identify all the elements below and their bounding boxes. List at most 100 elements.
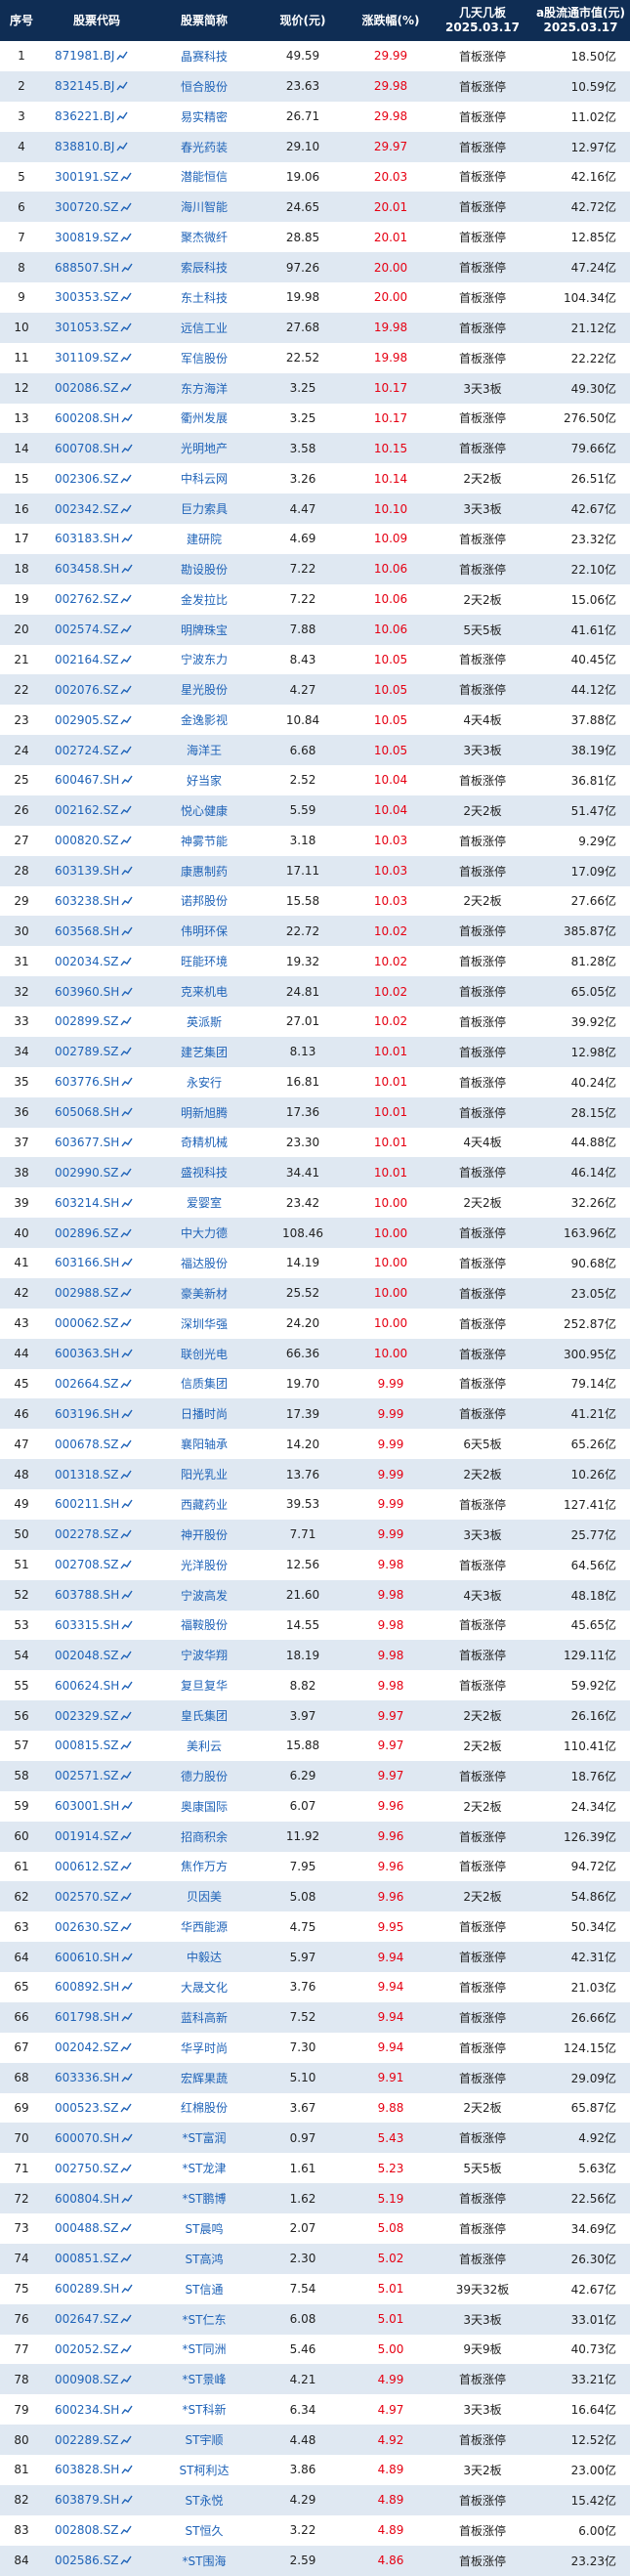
table-row[interactable]: 34 002789.SZ 建艺集团 8.13 10.01 首板涨停 12.98亿 — [0, 1036, 630, 1067]
table-row[interactable]: 56 002329.SZ 皇氏集团 3.97 9.97 2天2板 26.16亿 — [0, 1700, 630, 1731]
stock-name[interactable]: 深圳华强 — [150, 1315, 258, 1332]
table-row[interactable]: 58 002571.SZ 德力股份 6.29 9.97 首板涨停 18.76亿 — [0, 1760, 630, 1791]
table-row[interactable]: 37 603677.SH 奇精机械 23.30 10.01 4天4板 44.88亿 — [0, 1128, 630, 1158]
stock-code[interactable]: 603139.SH — [43, 864, 150, 878]
mini-chart-icon[interactable] — [121, 1953, 133, 1962]
stock-name[interactable]: ST恒久 — [150, 2522, 258, 2539]
table-row[interactable]: 22 002076.SZ 星光股份 4.27 10.05 首板涨停 44.12亿 — [0, 674, 630, 706]
stock-name[interactable]: 海洋王 — [150, 742, 258, 758]
table-row[interactable]: 68 603336.SH 宏辉果蔬 5.10 9.91 首板涨停 29.09亿 — [0, 2062, 630, 2093]
stock-code[interactable]: 605068.SH — [43, 1105, 150, 1119]
table-row[interactable]: 80 002289.SZ ST宇顺 4.48 4.92 首板涨停 12.52亿 — [0, 2425, 630, 2455]
stock-name[interactable]: 日播时尚 — [150, 1405, 258, 1422]
mini-chart-icon[interactable] — [121, 1077, 133, 1087]
stock-name[interactable]: 军信股份 — [150, 350, 258, 366]
mini-chart-icon[interactable] — [120, 1470, 133, 1480]
stock-name[interactable]: 潜能恒信 — [150, 168, 258, 185]
mini-chart-icon[interactable] — [120, 2555, 133, 2565]
stock-name[interactable]: *ST仁东 — [150, 2311, 258, 2328]
mini-chart-icon[interactable] — [121, 2284, 133, 2294]
mini-chart-icon[interactable] — [121, 1258, 133, 1267]
mini-chart-icon[interactable] — [120, 2525, 133, 2535]
mini-chart-icon[interactable] — [121, 926, 133, 936]
stock-code[interactable]: 871981.BJ — [43, 49, 150, 63]
table-row[interactable]: 4 838810.BJ 春光药装 29.10 29.97 首板涨停 12.97亿 — [0, 131, 630, 162]
stock-name[interactable]: ST高鸿 — [150, 2251, 258, 2267]
stock-name[interactable]: 西藏药业 — [150, 1496, 258, 1513]
stock-name[interactable]: 金发拉比 — [150, 591, 258, 608]
mini-chart-icon[interactable] — [120, 836, 133, 845]
stock-name[interactable]: 福达股份 — [150, 1255, 258, 1271]
table-row[interactable]: 54 002048.SZ 宁波华翔 18.19 9.98 首板涨停 129.11亿 — [0, 1640, 630, 1671]
stock-code[interactable]: 002571.SZ — [43, 1769, 150, 1782]
table-row[interactable]: 77 002052.SZ *ST同洲 5.46 5.00 9天9板 40.73亿 — [0, 2335, 630, 2365]
table-row[interactable]: 41 603166.SH 福达股份 14.19 10.00 首板涨停 90.68亿 — [0, 1248, 630, 1278]
table-row[interactable]: 63 002630.SZ 华西能源 4.75 9.95 首板涨停 50.34亿 — [0, 1911, 630, 1942]
stock-code[interactable]: 000908.SZ — [43, 2373, 150, 2386]
table-row[interactable]: 39 603214.SH 爱婴室 23.42 10.00 2天2板 32.26亿 — [0, 1187, 630, 1218]
stock-name[interactable]: 海川智能 — [150, 198, 258, 215]
table-row[interactable]: 69 000523.SZ 红棉股份 3.67 9.88 2天2板 65.87亿 — [0, 2093, 630, 2124]
table-row[interactable]: 83 002808.SZ ST恒久 3.22 4.89 首板涨停 6.00亿 — [0, 2515, 630, 2546]
mini-chart-icon[interactable] — [121, 2073, 133, 2082]
stock-name[interactable]: 皇氏集团 — [150, 1707, 258, 1724]
stock-name[interactable]: 明牌珠宝 — [150, 622, 258, 638]
stock-code[interactable]: 002630.SZ — [43, 1920, 150, 1934]
stock-code[interactable]: 832145.BJ — [43, 79, 150, 93]
table-row[interactable]: 12 002086.SZ 东方海洋 3.25 10.17 3天3板 49.30亿 — [0, 372, 630, 404]
stock-code[interactable]: 002076.SZ — [43, 683, 150, 697]
mini-chart-icon[interactable] — [121, 1801, 133, 1811]
stock-code[interactable]: 600708.SH — [43, 442, 150, 455]
mini-chart-icon[interactable] — [120, 957, 133, 966]
stock-name[interactable]: *ST科新 — [150, 2401, 258, 2418]
stock-name[interactable]: 豪美新材 — [150, 1285, 258, 1302]
mini-chart-icon[interactable] — [120, 2223, 133, 2233]
stock-name[interactable]: ST柯利达 — [150, 2462, 258, 2478]
stock-code[interactable]: 000523.SZ — [43, 2101, 150, 2115]
table-row[interactable]: 36 605068.SH 明新旭腾 17.36 10.01 首板涨停 28.15亿 — [0, 1096, 630, 1128]
mini-chart-icon[interactable] — [121, 1499, 133, 1509]
stock-name[interactable]: 贝因美 — [150, 1888, 258, 1905]
table-row[interactable]: 35 603776.SH 永安行 16.81 10.01 首板涨停 40.24亿 — [0, 1067, 630, 1097]
stock-code[interactable]: 002789.SZ — [43, 1045, 150, 1058]
mini-chart-icon[interactable] — [120, 715, 133, 725]
stock-name[interactable]: *ST围海 — [150, 2553, 258, 2569]
stock-code[interactable]: 002708.SZ — [43, 1558, 150, 1571]
stock-name[interactable]: ST永悦 — [150, 2492, 258, 2509]
stock-name[interactable]: 焦作万方 — [150, 1858, 258, 1874]
stock-name[interactable]: 星光股份 — [150, 681, 258, 698]
stock-name[interactable]: 宁波东力 — [150, 651, 258, 667]
mini-chart-icon[interactable] — [120, 1831, 133, 1841]
stock-code[interactable]: 301109.SZ — [43, 351, 150, 365]
stock-name[interactable]: 东方海洋 — [150, 380, 258, 397]
stock-name[interactable]: 复旦复华 — [150, 1677, 258, 1694]
table-row[interactable]: 74 000851.SZ ST高鸿 2.30 5.02 首板涨停 26.30亿 — [0, 2243, 630, 2274]
stock-code[interactable]: 600070.SH — [43, 2131, 150, 2145]
stock-name[interactable]: 衢州发展 — [150, 409, 258, 426]
table-row[interactable]: 47 000678.SZ 襄阳轴承 14.20 9.99 6天5板 65.26亿 — [0, 1429, 630, 1459]
stock-code[interactable]: 000488.SZ — [43, 2221, 150, 2235]
stock-code[interactable]: 603166.SH — [43, 1256, 150, 1269]
stock-code[interactable]: 002896.SZ — [43, 1226, 150, 1240]
stock-code[interactable]: 002664.SZ — [43, 1377, 150, 1391]
mini-chart-icon[interactable] — [120, 1651, 133, 1660]
stock-code[interactable]: 002899.SZ — [43, 1014, 150, 1028]
stock-code[interactable]: 600363.SH — [43, 1347, 150, 1360]
stock-code[interactable]: 603196.SH — [43, 1407, 150, 1421]
mini-chart-icon[interactable] — [120, 2254, 133, 2263]
mini-chart-icon[interactable] — [120, 2314, 133, 2324]
mini-chart-icon[interactable] — [121, 2012, 133, 2022]
stock-name[interactable]: 华西能源 — [150, 1918, 258, 1935]
stock-name[interactable]: 伟明环保 — [150, 923, 258, 939]
mini-chart-icon[interactable] — [121, 1349, 133, 1358]
stock-name[interactable]: *ST龙津 — [150, 2160, 258, 2176]
mini-chart-icon[interactable] — [121, 2133, 133, 2143]
stock-name[interactable]: 永安行 — [150, 1074, 258, 1091]
stock-code[interactable]: 301053.SZ — [43, 321, 150, 334]
stock-name[interactable]: 金逸影视 — [150, 711, 258, 728]
mini-chart-icon[interactable] — [121, 2405, 133, 2415]
table-row[interactable]: 14 600708.SH 光明地产 3.58 10.15 首板涨停 79.66亿 — [0, 433, 630, 464]
table-row[interactable]: 18 603458.SH 勘设股份 7.22 10.06 首板涨停 22.10亿 — [0, 553, 630, 584]
mini-chart-icon[interactable] — [120, 383, 133, 393]
stock-code[interactable]: 603183.SH — [43, 532, 150, 545]
